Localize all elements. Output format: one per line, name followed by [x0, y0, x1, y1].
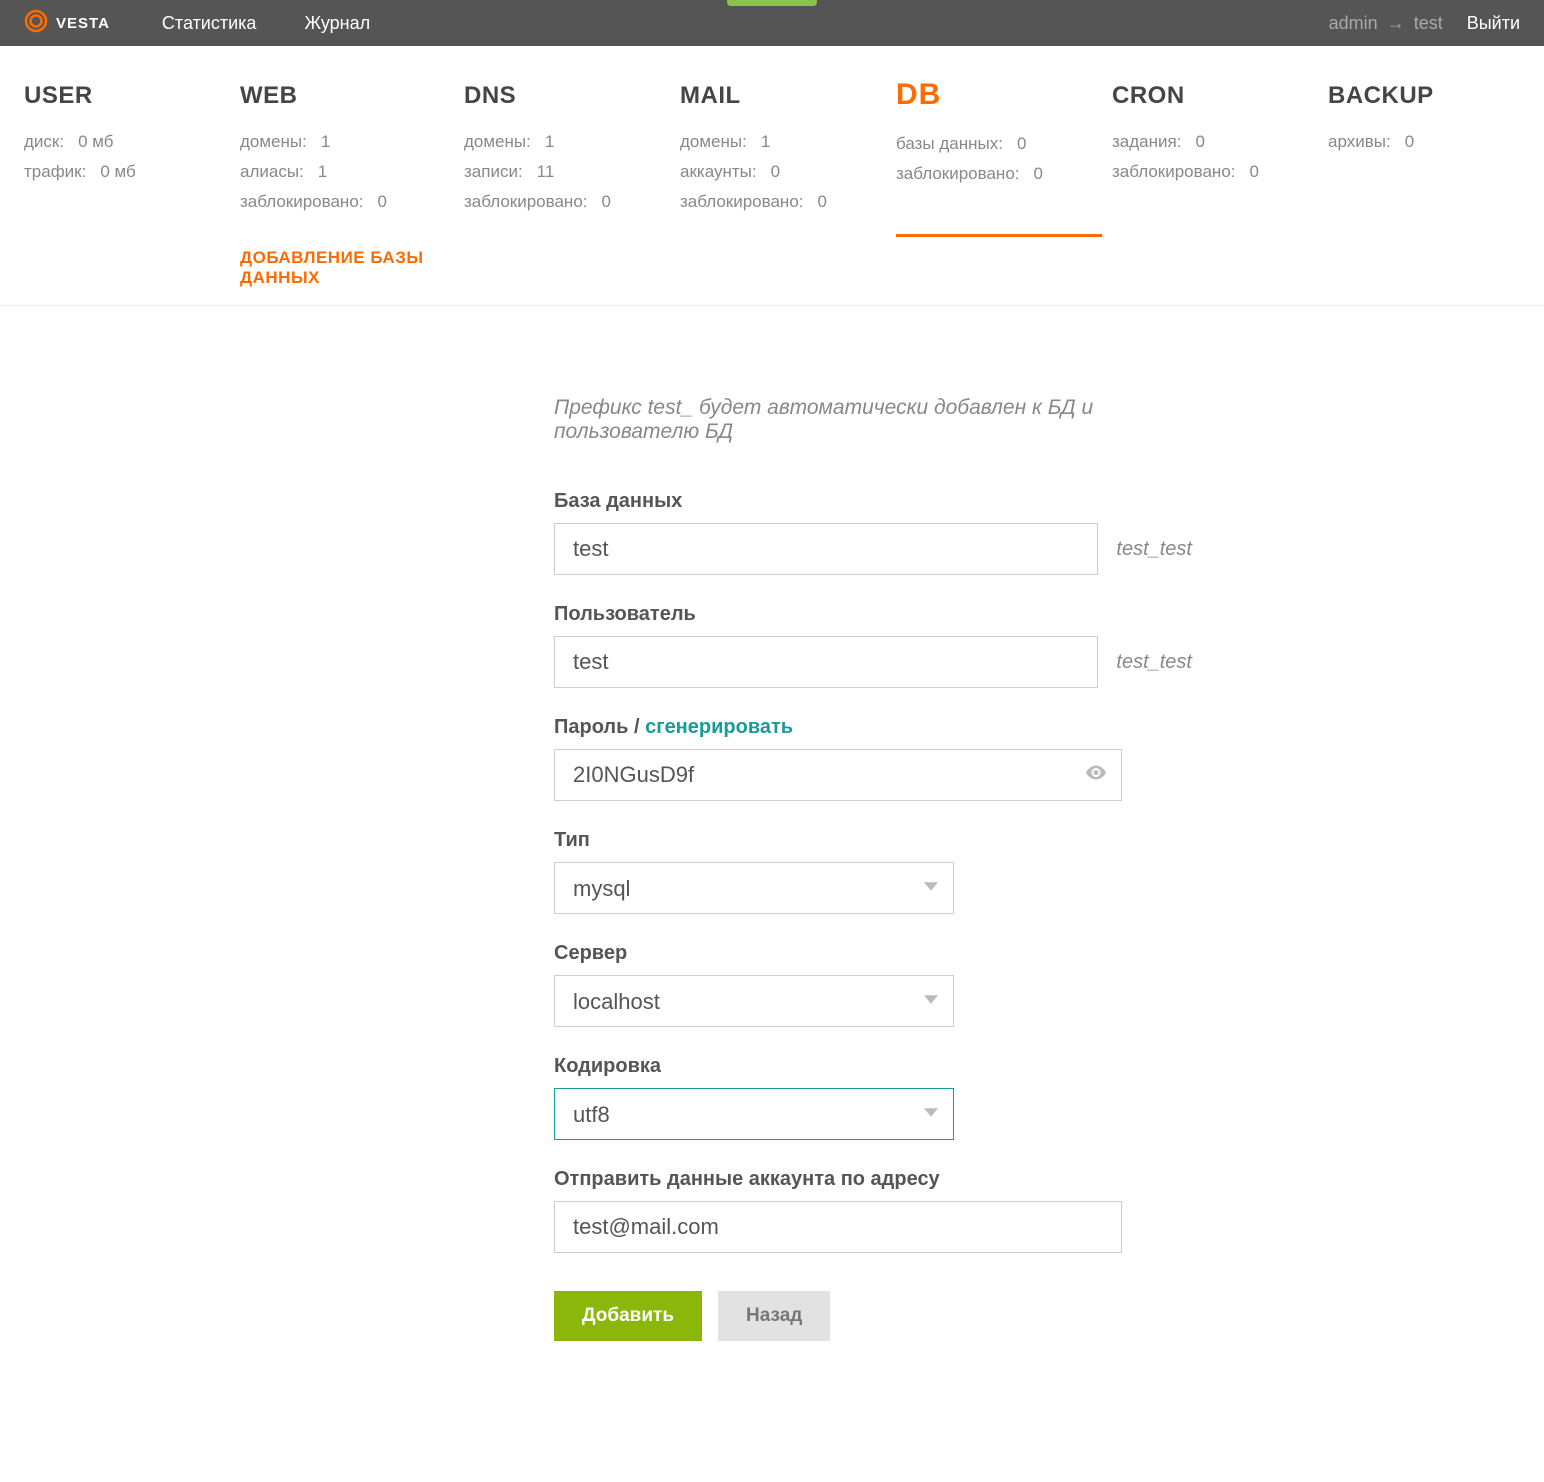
arrow-right-icon: →: [1387, 13, 1405, 33]
tab-mail[interactable]: MAIL домены:1 аккаунты:0 заблокировано:0: [680, 82, 896, 305]
stat-row: домены:1: [240, 132, 454, 152]
stat-row: заблокировано:0: [896, 164, 1102, 184]
tab-db[interactable]: DB базы данных:0 заблокировано:0: [896, 82, 1112, 305]
stats-tabs: USER диск:0 мб трафик:0 мб WEB домены:1 …: [0, 46, 1544, 306]
stat-row: заблокировано:0: [1112, 162, 1318, 182]
stat-row: записи:11: [464, 162, 670, 182]
field-database: База данных test_test: [554, 490, 1192, 575]
type-select[interactable]: mysql: [554, 862, 954, 914]
field-user: Пользователь test_test: [554, 603, 1192, 688]
tab-backup[interactable]: BACKUP архивы:0: [1328, 82, 1544, 305]
stat-row: архивы:0: [1328, 132, 1534, 152]
stat-row: диск:0 мб: [24, 132, 230, 152]
email-input[interactable]: [554, 1201, 1122, 1253]
tab-user-title: USER: [24, 82, 230, 110]
stat-row: заблокировано:0: [464, 192, 670, 212]
eye-icon[interactable]: [1084, 761, 1108, 790]
topbar: VESTA Статистика Журнал admin → test Вый…: [0, 0, 1544, 46]
logo[interactable]: VESTA: [24, 9, 110, 38]
user-input[interactable]: [554, 636, 1098, 688]
tab-mail-title: MAIL: [680, 82, 886, 110]
nav-journal[interactable]: Журнал: [304, 13, 370, 34]
tab-web[interactable]: WEB домены:1 алиасы:1 заблокировано:0 До…: [240, 82, 464, 305]
server-select[interactable]: localhost: [554, 975, 954, 1027]
field-type: Тип mysql: [554, 829, 1192, 914]
database-input[interactable]: [554, 523, 1098, 575]
top-nav: Статистика Журнал: [162, 13, 1329, 34]
active-tab-underline: [896, 234, 1102, 237]
user-to: test: [1414, 13, 1443, 33]
back-button[interactable]: Назад: [718, 1291, 830, 1341]
tab-dns-title: DNS: [464, 82, 670, 110]
top-right: admin → test Выйти: [1329, 13, 1520, 34]
tab-cron-title: CRON: [1112, 82, 1318, 110]
tab-user[interactable]: USER диск:0 мб трафик:0 мб: [24, 82, 240, 305]
breadcrumb: Добавление базы данных: [240, 248, 454, 288]
stat-row: базы данных:0: [896, 134, 1102, 154]
stat-row: заблокировано:0: [680, 192, 886, 212]
tab-dns[interactable]: DNS домены:1 записи:11 заблокировано:0: [464, 82, 680, 305]
user-from: admin: [1329, 13, 1378, 33]
type-label: Тип: [554, 829, 1192, 852]
user-switch[interactable]: admin → test: [1329, 13, 1443, 34]
db-form: Префикс test_ будет автоматически добавл…: [312, 306, 1232, 1401]
form-actions: Добавить Назад: [554, 1291, 1192, 1341]
password-input[interactable]: [554, 749, 1122, 801]
tab-backup-title: BACKUP: [1328, 82, 1534, 110]
tab-cron[interactable]: CRON задания:0 заблокировано:0: [1112, 82, 1328, 305]
nav-stats[interactable]: Статистика: [162, 13, 257, 34]
stat-row: задания:0: [1112, 132, 1318, 152]
stat-row: алиасы:1: [240, 162, 454, 182]
password-label: Пароль / сгенерировать: [554, 716, 1192, 739]
field-server: Сервер localhost: [554, 942, 1192, 1027]
field-email: Отправить данные аккаунта по адресу: [554, 1168, 1192, 1253]
field-charset: Кодировка utf8: [554, 1055, 1192, 1140]
charset-select[interactable]: utf8: [554, 1088, 954, 1140]
field-password: Пароль / сгенерировать: [554, 716, 1192, 801]
user-hint: test_test: [1116, 651, 1192, 674]
charset-label: Кодировка: [554, 1055, 1192, 1078]
top-accent: [727, 0, 817, 6]
stat-row: домены:1: [464, 132, 670, 152]
stat-row: аккаунты:0: [680, 162, 886, 182]
database-hint: test_test: [1116, 538, 1192, 561]
database-label: База данных: [554, 490, 1192, 513]
stat-row: домены:1: [680, 132, 886, 152]
logo-icon: [24, 9, 48, 38]
server-label: Сервер: [554, 942, 1192, 965]
user-label: Пользователь: [554, 603, 1192, 626]
logo-text: VESTA: [56, 15, 110, 32]
stat-row: заблокировано:0: [240, 192, 454, 212]
logout-link[interactable]: Выйти: [1467, 13, 1520, 34]
tab-web-title: WEB: [240, 82, 454, 110]
generate-password-link[interactable]: сгенерировать: [645, 716, 793, 738]
email-label: Отправить данные аккаунта по адресу: [554, 1168, 1192, 1191]
add-button[interactable]: Добавить: [554, 1291, 702, 1341]
prefix-note: Префикс test_ будет автоматически добавл…: [554, 396, 1192, 444]
stat-row: трафик:0 мб: [24, 162, 230, 182]
tab-db-title: DB: [896, 78, 1102, 112]
